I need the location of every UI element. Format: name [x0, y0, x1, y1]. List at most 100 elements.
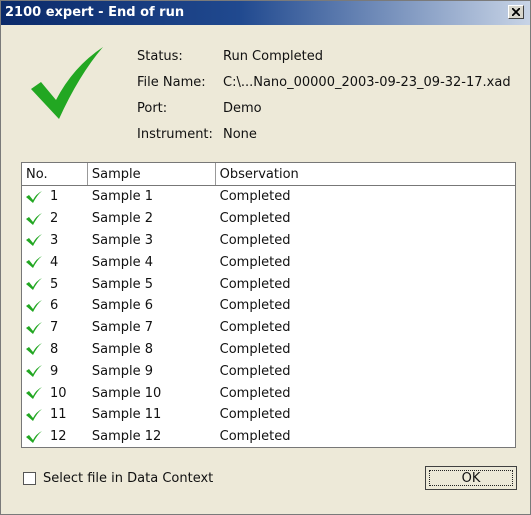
observation-cell: Completed [219, 298, 291, 314]
select-file-label: Select file in Data Context [43, 471, 214, 486]
port-row: Port: Demo [137, 95, 511, 121]
close-button[interactable] [508, 5, 524, 19]
column-header-observation[interactable]: Observation [215, 163, 515, 185]
row-number-cell: 10 [22, 386, 88, 401]
observation-cell: Completed [219, 341, 291, 357]
row-number-cell: 3 [22, 233, 88, 248]
checkmark-icon [26, 278, 42, 291]
checkmark-icon [26, 387, 42, 400]
observation-cell: Completed [219, 276, 291, 292]
table-row[interactable]: 1 Sample 1 Completed [22, 186, 515, 208]
title-bar[interactable]: 2100 expert - End of run [1, 1, 530, 25]
observation-cell: Completed [219, 232, 291, 248]
checkmark-icon [26, 365, 42, 378]
sample-cell: Sample 2 [91, 211, 154, 227]
sample-cell: Sample 10 [91, 385, 162, 401]
list-header: No. Sample Observation [22, 163, 515, 186]
window-title: 2100 expert - End of run [5, 5, 185, 20]
file-name-row: File Name: C:\...Nano_00000_2003-09-23_0… [137, 69, 511, 95]
row-number: 1 [50, 189, 59, 205]
table-row[interactable]: 6 Sample 6 Completed [22, 295, 515, 317]
row-number: 11 [50, 407, 67, 423]
table-row[interactable]: 2 Sample 2 Completed [22, 208, 515, 230]
observation-cell: Completed [219, 385, 291, 401]
table-row[interactable]: 8 Sample 8 Completed [22, 339, 515, 361]
table-row[interactable]: 5 Sample 5 Completed [22, 273, 515, 295]
row-number-cell: 8 [22, 342, 88, 357]
instrument-label: Instrument: [137, 126, 213, 142]
row-number-cell: 6 [22, 298, 88, 313]
table-row[interactable]: 12 Sample 12 Completed [22, 426, 515, 447]
select-file-checkbox[interactable] [23, 472, 36, 485]
table-row[interactable]: 9 Sample 9 Completed [22, 360, 515, 382]
observation-cell: Completed [219, 407, 291, 423]
port-value: Demo [223, 100, 262, 116]
status-value: Run Completed [223, 48, 323, 64]
row-number: 8 [50, 341, 59, 357]
close-icon [512, 8, 520, 16]
file-name-label: File Name: [137, 74, 206, 90]
table-row[interactable]: 4 Sample 4 Completed [22, 251, 515, 273]
row-number-cell: 11 [22, 407, 88, 422]
sample-cell: Sample 4 [91, 254, 154, 270]
row-number: 9 [50, 363, 59, 379]
checkmark-icon [26, 234, 42, 247]
status-row: Status: Run Completed [137, 43, 511, 69]
row-number-cell: 5 [22, 277, 88, 292]
instrument-value: None [223, 126, 257, 142]
table-row[interactable]: 10 Sample 10 Completed [22, 382, 515, 404]
row-number: 7 [50, 320, 59, 336]
checkmark-icon [26, 299, 42, 312]
checkmark-icon [26, 430, 42, 443]
sample-cell: Sample 12 [91, 429, 162, 445]
run-info: Status: Run Completed File Name: C:\...N… [137, 43, 511, 147]
row-number-cell: 9 [22, 364, 88, 379]
sample-cell: Sample 11 [91, 407, 162, 423]
row-number: 10 [50, 385, 67, 401]
row-number: 5 [50, 276, 59, 292]
end-of-run-dialog: 2100 expert - End of run Status: Run Com… [0, 0, 531, 515]
table-row[interactable]: 7 Sample 7 Completed [22, 317, 515, 339]
row-number: 4 [50, 254, 59, 270]
sample-cell: Sample 9 [91, 363, 154, 379]
list-rows: 1 Sample 1 Completed 2 Sample 2 Completed 3 Sam… [22, 186, 515, 447]
table-row[interactable]: 11 Sample 11 Completed [22, 404, 515, 426]
observation-cell: Completed [219, 320, 291, 336]
row-number-cell: 12 [22, 429, 88, 444]
column-header-sample[interactable]: Sample [87, 163, 216, 185]
focus-rectangle [429, 470, 513, 486]
sample-cell: Sample 5 [91, 276, 154, 292]
row-number-cell: 7 [22, 320, 88, 335]
sample-cell: Sample 7 [91, 320, 154, 336]
row-number-cell: 4 [22, 255, 88, 270]
row-number: 6 [50, 298, 59, 314]
port-label: Port: [137, 100, 168, 116]
sample-results-list[interactable]: No. Sample Observation 1 Sample 1 Complete… [21, 162, 516, 448]
checkmark-icon [31, 47, 103, 119]
sample-cell: Sample 1 [91, 189, 154, 205]
observation-cell: Completed [219, 189, 291, 205]
observation-cell: Completed [219, 211, 291, 227]
observation-cell: Completed [219, 254, 291, 270]
instrument-row: Instrument: None [137, 121, 511, 147]
row-number: 2 [50, 211, 59, 227]
checkmark-icon [26, 408, 42, 421]
row-number-cell: 1 [22, 189, 88, 204]
select-file-option[interactable]: Select file in Data Context [23, 471, 213, 486]
checkmark-icon [26, 321, 42, 334]
file-name-value: C:\...Nano_00000_2003-09-23_09-32-17.xad [223, 74, 511, 90]
row-number: 12 [50, 429, 67, 445]
sample-cell: Sample 8 [91, 341, 154, 357]
observation-cell: Completed [219, 363, 291, 379]
row-number: 3 [50, 232, 59, 248]
checkmark-icon [26, 190, 42, 203]
row-number-cell: 2 [22, 211, 88, 226]
column-header-no[interactable]: No. [22, 163, 88, 185]
checkmark-icon [26, 212, 42, 225]
table-row[interactable]: 3 Sample 3 Completed [22, 230, 515, 252]
status-label: Status: [137, 48, 183, 64]
sample-cell: Sample 6 [91, 298, 154, 314]
ok-button[interactable]: OK [425, 466, 517, 490]
sample-cell: Sample 3 [91, 232, 154, 248]
observation-cell: Completed [219, 429, 291, 445]
